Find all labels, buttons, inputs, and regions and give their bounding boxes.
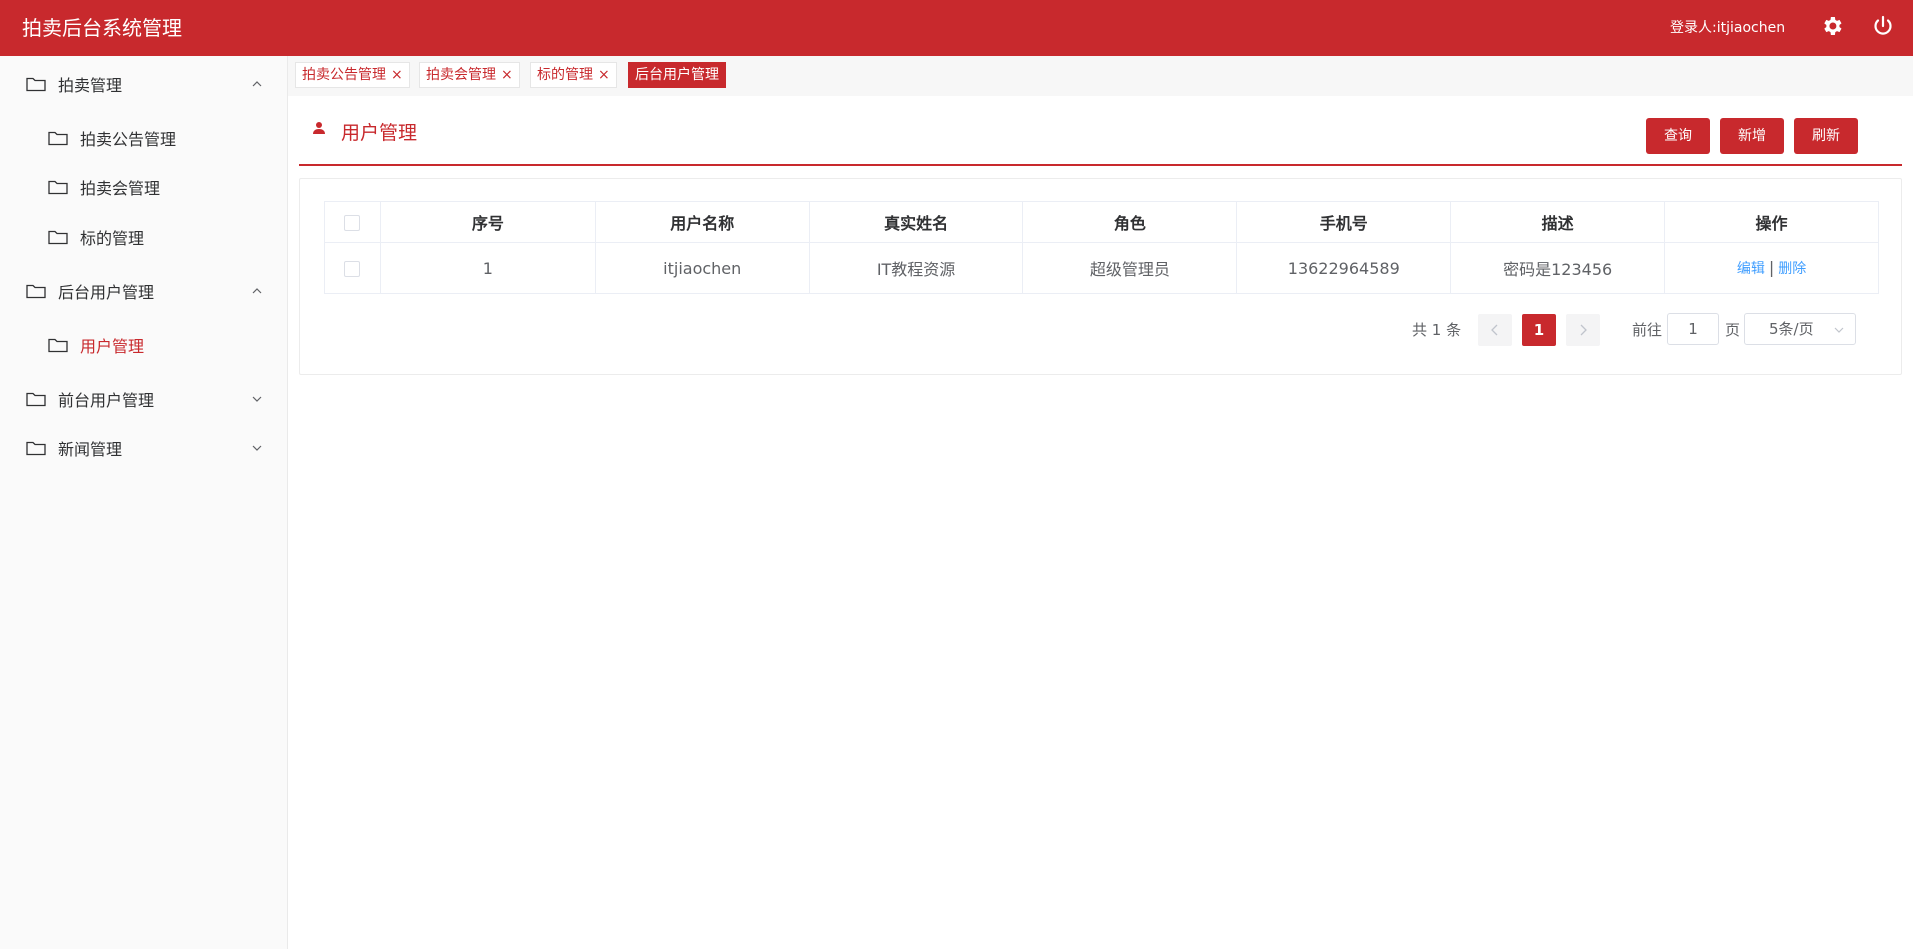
folder-icon <box>48 338 68 353</box>
tab-auction-meeting[interactable]: 拍卖会管理 × <box>419 62 520 88</box>
table-card: 序号 用户名称 真实姓名 角色 手机号 描述 操作 1 itjiaochen I… <box>299 178 1902 375</box>
tab-label: 标的管理 <box>537 67 593 83</box>
sidebar-group-news[interactable]: 新闻管理 <box>26 433 314 463</box>
folder-icon <box>26 441 46 456</box>
sidebar-item-auction-notice[interactable]: 拍卖公告管理 <box>48 123 336 153</box>
sidebar-group-backend-users[interactable]: 后台用户管理 <box>26 276 314 306</box>
sidebar-item-label: 标的管理 <box>80 229 145 248</box>
row-select-cell <box>324 242 381 294</box>
sidebar-group-frontend-users[interactable]: 前台用户管理 <box>26 384 314 414</box>
sidebar-item-auction-meeting[interactable]: 拍卖会管理 <box>48 172 336 202</box>
gear-icon[interactable] <box>1820 14 1844 38</box>
delete-link[interactable]: 删除 <box>1778 261 1806 277</box>
goto-label: 前往 <box>1632 321 1663 339</box>
select-all-cell <box>324 201 381 243</box>
close-icon[interactable]: × <box>501 63 513 87</box>
chevron-down-icon <box>252 445 262 451</box>
folder-icon <box>26 77 46 92</box>
folder-icon <box>48 131 68 146</box>
column-header: 用户名称 <box>594 201 810 243</box>
cell-role: 超级管理员 <box>1022 242 1238 294</box>
page-label: 页 <box>1725 321 1741 339</box>
pagination-total: 共 1 条 <box>1412 321 1462 339</box>
tab-bar: 拍卖公告管理 × 拍卖会管理 × 标的管理 × 后台用户管理 <box>288 56 1913 96</box>
sidebar-item-label: 后台用户管理 <box>58 283 155 302</box>
sidebar-item-label: 新闻管理 <box>58 440 123 459</box>
next-page-button[interactable] <box>1566 314 1600 346</box>
sidebar-item-label: 拍卖公告管理 <box>80 130 177 149</box>
sidebar-item-label: 拍卖会管理 <box>80 179 161 198</box>
cell-actions: 编辑 | 删除 <box>1664 242 1879 294</box>
folder-icon <box>26 392 46 407</box>
folder-icon <box>48 230 68 245</box>
sidebar: 拍卖管理 拍卖公告管理 拍卖会管理 标的管理 后台用户管理 用户管理 前台用户管… <box>0 56 288 949</box>
column-header: 手机号 <box>1236 201 1452 243</box>
column-header: 描述 <box>1450 201 1666 243</box>
sidebar-item-label: 用户管理 <box>80 337 145 356</box>
select-all-checkbox[interactable] <box>344 215 361 231</box>
cell-index: 1 <box>379 242 596 294</box>
page-size-value: 5条/页 <box>1769 320 1814 338</box>
tab-lot[interactable]: 标的管理 × <box>530 62 617 88</box>
table-header-row: 序号 用户名称 真实姓名 角色 手机号 描述 操作 <box>324 201 1879 243</box>
sidebar-item-label: 拍卖管理 <box>58 76 123 95</box>
top-bar: 拍卖后台系统管理 登录人:itjiaochen <box>0 0 1913 56</box>
chevron-right-icon <box>1580 324 1587 336</box>
action-separator: | <box>1768 258 1775 277</box>
query-button[interactable]: 查询 <box>1646 118 1710 154</box>
cell-username: itjiaochen <box>594 242 810 294</box>
close-icon[interactable]: × <box>598 63 610 87</box>
table-row: 1 itjiaochen IT教程资源 超级管理员 13622964589 密码… <box>324 242 1879 294</box>
chevron-up-icon <box>252 288 262 294</box>
app-title: 拍卖后台系统管理 <box>22 16 182 40</box>
sidebar-item-label: 前台用户管理 <box>58 391 155 410</box>
page-number-current[interactable]: 1 <box>1522 314 1556 346</box>
tab-label: 拍卖会管理 <box>426 67 496 83</box>
logged-in-user: 登录人:itjiaochen <box>1670 20 1786 36</box>
row-checkbox[interactable] <box>344 261 361 277</box>
sidebar-group-auction[interactable]: 拍卖管理 <box>26 69 314 99</box>
column-header: 操作 <box>1664 201 1879 243</box>
goto-page-input[interactable] <box>1667 313 1719 345</box>
folder-icon <box>48 180 68 195</box>
user-table: 序号 用户名称 真实姓名 角色 手机号 描述 操作 1 itjiaochen I… <box>324 201 1879 294</box>
power-icon[interactable] <box>1871 14 1895 38</box>
page-header: 用户管理 查询 新增 刷新 <box>299 110 1902 166</box>
edit-link[interactable]: 编辑 <box>1737 261 1765 277</box>
refresh-button[interactable]: 刷新 <box>1794 118 1858 154</box>
tab-backend-users[interactable]: 后台用户管理 <box>628 62 726 88</box>
folder-icon <box>26 284 46 299</box>
page-size-select[interactable]: 5条/页 <box>1744 313 1856 345</box>
prev-page-button[interactable] <box>1478 314 1512 346</box>
chevron-down-icon <box>1834 327 1844 333</box>
close-icon[interactable]: × <box>391 63 403 87</box>
sidebar-item-lot[interactable]: 标的管理 <box>48 222 336 252</box>
cell-description: 密码是123456 <box>1450 242 1666 294</box>
chevron-up-icon <box>252 81 262 87</box>
add-button[interactable]: 新增 <box>1720 118 1784 154</box>
tab-auction-notice[interactable]: 拍卖公告管理 × <box>295 62 410 88</box>
tab-label: 后台用户管理 <box>635 67 719 83</box>
user-icon <box>313 122 325 134</box>
cell-realname: IT教程资源 <box>808 242 1024 294</box>
chevron-left-icon <box>1491 324 1498 336</box>
column-header: 角色 <box>1022 201 1238 243</box>
chevron-down-icon <box>252 396 262 402</box>
column-header: 真实姓名 <box>808 201 1024 243</box>
tab-label: 拍卖公告管理 <box>302 67 386 83</box>
cell-phone: 13622964589 <box>1236 242 1452 294</box>
column-header: 序号 <box>379 201 596 243</box>
page-title: 用户管理 <box>341 122 418 144</box>
sidebar-item-user-management[interactable]: 用户管理 <box>48 330 336 360</box>
